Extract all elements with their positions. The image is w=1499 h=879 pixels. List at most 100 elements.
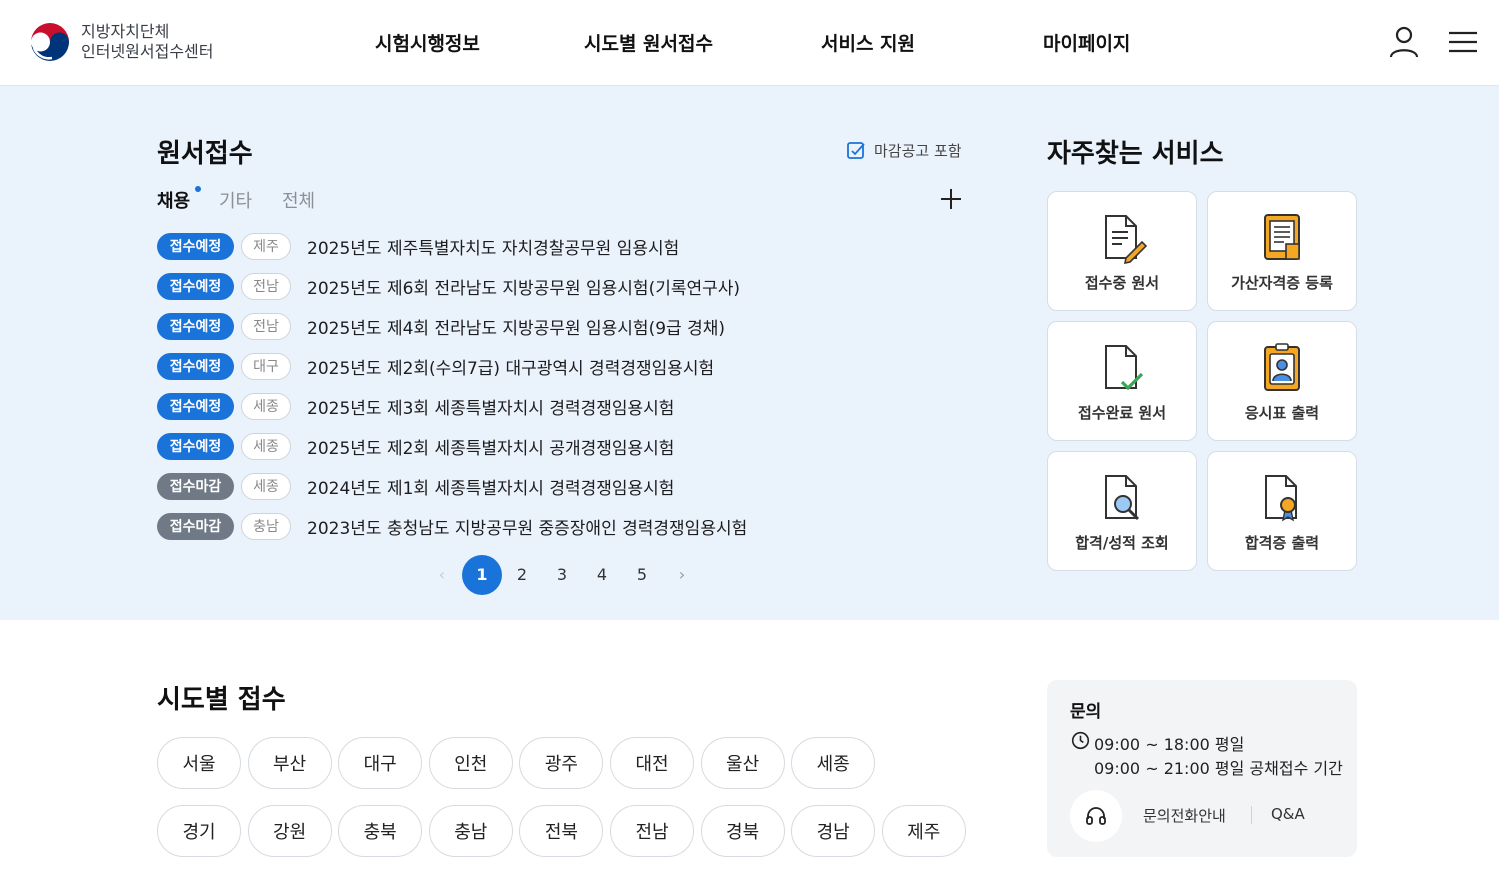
nav-my-page[interactable]: 마이페이지: [1043, 29, 1130, 56]
region-button[interactable]: 광주: [519, 737, 604, 789]
application-row[interactable]: 접수예정 전남 2025년도 제6회 전라남도 지방공무원 임용시험(기록연구사): [157, 272, 740, 300]
government-emblem-icon: [29, 21, 71, 63]
regions-title: 시도별 접수: [157, 685, 286, 715]
application-row[interactable]: 접수예정 전남 2025년도 제4회 전라남도 지방공무원 임용시험(9급 경채): [157, 312, 725, 340]
region-button[interactable]: 경북: [700, 805, 785, 857]
exam-title[interactable]: 2023년도 충청남도 지방공무원 중증장애인 경력경쟁임용시험: [307, 514, 747, 539]
region-button[interactable]: 전남: [610, 805, 694, 857]
status-badge: 접수예정: [157, 352, 234, 380]
service-label: 접수중 원서: [1084, 274, 1160, 292]
tab-other[interactable]: 기타: [219, 187, 252, 213]
exam-title[interactable]: 2025년도 제2회 세종특별자치시 공개경쟁임용시험: [307, 434, 674, 459]
services-title: 자주찾는 서비스: [1047, 139, 1224, 169]
site-logo[interactable]: 지방자치단체 인터넷원서접수센터: [28, 20, 213, 64]
tab-all[interactable]: 전체: [282, 187, 315, 213]
document-award-icon: [1265, 475, 1297, 522]
page-2[interactable]: 2: [502, 555, 542, 595]
link-divider: [1251, 806, 1252, 824]
region-button[interactable]: 충북: [338, 805, 423, 857]
nav-exam-info[interactable]: 시험시행정보: [375, 29, 480, 56]
document-check-icon: [1105, 345, 1144, 391]
clock-icon: [1071, 731, 1090, 750]
region-button[interactable]: 대전: [610, 737, 694, 789]
phone-inquiry-link[interactable]: 문의전화안내: [1143, 805, 1226, 826]
nav-service-support[interactable]: 서비스 지원: [821, 29, 915, 56]
service-result-inquiry[interactable]: 합격/성적 조회: [1047, 451, 1197, 571]
service-label: 응시표 출력: [1244, 404, 1320, 422]
status-badge: 접수예정: [157, 272, 234, 300]
status-badge: 접수예정: [157, 312, 234, 340]
logo-line-1: 지방자치단체: [81, 22, 170, 41]
application-row[interactable]: 접수예정 세종 2025년도 제3회 세종특별자치시 경력경쟁임용시험: [157, 392, 674, 420]
region-button[interactable]: 부산: [247, 737, 332, 789]
site-header: 지방자치단체 인터넷원서접수센터 시험시행정보 시도별 원서접수 서비스 지원 …: [0, 0, 1499, 86]
region-button[interactable]: 강원: [247, 805, 332, 857]
service-pass-certificate[interactable]: 합격증 출력: [1207, 451, 1357, 571]
status-badge: 접수예정: [157, 432, 234, 460]
status-badge: 접수마감: [157, 472, 234, 500]
application-row[interactable]: 접수예정 세종 2025년도 제2회 세종특별자치시 공개경쟁임용시험: [157, 432, 674, 460]
region-badge: 충남: [241, 512, 291, 540]
service-in-progress-application[interactable]: 접수중 원서: [1047, 191, 1197, 311]
certificate-document-icon: [1264, 214, 1300, 260]
menu-icon[interactable]: [1447, 24, 1479, 60]
region-badge: 전남: [241, 272, 291, 300]
exam-title[interactable]: 2025년도 제3회 세종특별자치시 경력경쟁임용시험: [307, 394, 674, 419]
region-button[interactable]: 경기: [157, 805, 241, 857]
service-admission-ticket[interactable]: 응시표 출력: [1207, 321, 1357, 441]
include-closed-checkbox[interactable]: 마감공고 포함: [846, 140, 962, 161]
region-badge: 세종: [241, 432, 291, 460]
exam-title[interactable]: 2025년도 제4회 전라남도 지방공무원 임용시험(9급 경채): [307, 314, 725, 339]
region-button[interactable]: 세종: [791, 737, 876, 789]
exam-title[interactable]: 2025년도 제2회(수의7급) 대구광역시 경력경쟁임용시험: [307, 354, 714, 379]
region-button[interactable]: 경남: [791, 805, 876, 857]
inquiry-hours-recruitment: 09:00 ~ 21:00 평일 공채접수 기간: [1094, 759, 1343, 778]
application-row[interactable]: 접수마감 충남 2023년도 충청남도 지방공무원 중증장애인 경력경쟁임용시험: [157, 512, 747, 540]
document-search-icon: [1105, 475, 1140, 521]
status-badge: 접수예정: [157, 232, 234, 260]
headset-icon: [1070, 790, 1122, 842]
region-badge: 세종: [241, 392, 291, 420]
region-badge: 제주: [241, 232, 291, 260]
application-row[interactable]: 접수예정 제주 2025년도 제주특별자치도 자치경찰공무원 임용시험: [157, 232, 679, 260]
region-button[interactable]: 전북: [519, 805, 604, 857]
service-completed-application[interactable]: 접수완료 원서: [1047, 321, 1197, 441]
logo-text: 지방자치단체 인터넷원서접수센터: [81, 22, 213, 62]
page-1[interactable]: 1: [462, 555, 502, 595]
logo-line-2: 인터넷원서접수센터: [81, 42, 214, 61]
qa-link[interactable]: Q&A: [1271, 805, 1305, 823]
prev-page-icon[interactable]: ‹: [422, 555, 462, 595]
page-3[interactable]: 3: [542, 555, 582, 595]
application-row[interactable]: 접수마감 세종 2024년도 제1회 세종특별자치시 경력경쟁임용시험: [157, 472, 674, 500]
nav-regional-application[interactable]: 시도별 원서접수: [584, 29, 713, 56]
service-label: 합격증 출력: [1244, 534, 1320, 552]
region-button[interactable]: 대구: [338, 737, 423, 789]
include-closed-label: 마감공고 포함: [874, 142, 962, 160]
region-badge: 대구: [241, 352, 291, 380]
more-plus-icon[interactable]: [938, 186, 964, 212]
region-button[interactable]: 인천: [428, 737, 513, 789]
service-bonus-certificate[interactable]: 가산자격증 등록: [1207, 191, 1357, 311]
inquiry-hours-weekday: 09:00 ~ 18:00 평일: [1094, 735, 1245, 754]
region-button[interactable]: 충남: [428, 805, 513, 857]
page-4[interactable]: 4: [582, 555, 622, 595]
inquiry-box: 문의 09:00 ~ 18:00 평일 09:00 ~ 21:00 평일 공채접…: [1047, 680, 1357, 857]
region-button[interactable]: 제주: [881, 805, 966, 857]
service-label: 가산자격증 등록: [1231, 274, 1333, 292]
region-button[interactable]: 서울: [157, 737, 241, 789]
region-button[interactable]: 울산: [700, 737, 785, 789]
region-badge: 세종: [241, 472, 291, 500]
application-title: 원서접수: [157, 139, 253, 169]
exam-title[interactable]: 2024년도 제1회 세종특별자치시 경력경쟁임용시험: [307, 474, 674, 499]
application-row[interactable]: 접수예정 대구 2025년도 제2회(수의7급) 대구광역시 경력경쟁임용시험: [157, 352, 714, 380]
document-pencil-icon: [1105, 215, 1148, 264]
user-icon[interactable]: [1388, 24, 1420, 60]
service-label: 합격/성적 조회: [1075, 534, 1169, 552]
inquiry-title: 문의: [1070, 702, 1102, 722]
page-5[interactable]: 5: [622, 555, 662, 595]
status-badge: 접수예정: [157, 392, 234, 420]
exam-title[interactable]: 2025년도 제6회 전라남도 지방공무원 임용시험(기록연구사): [307, 274, 740, 299]
exam-title[interactable]: 2025년도 제주특별자치도 자치경찰공무원 임용시험: [307, 234, 679, 259]
tab-recruitment[interactable]: 채용: [157, 187, 190, 213]
next-page-icon[interactable]: ›: [662, 555, 702, 595]
